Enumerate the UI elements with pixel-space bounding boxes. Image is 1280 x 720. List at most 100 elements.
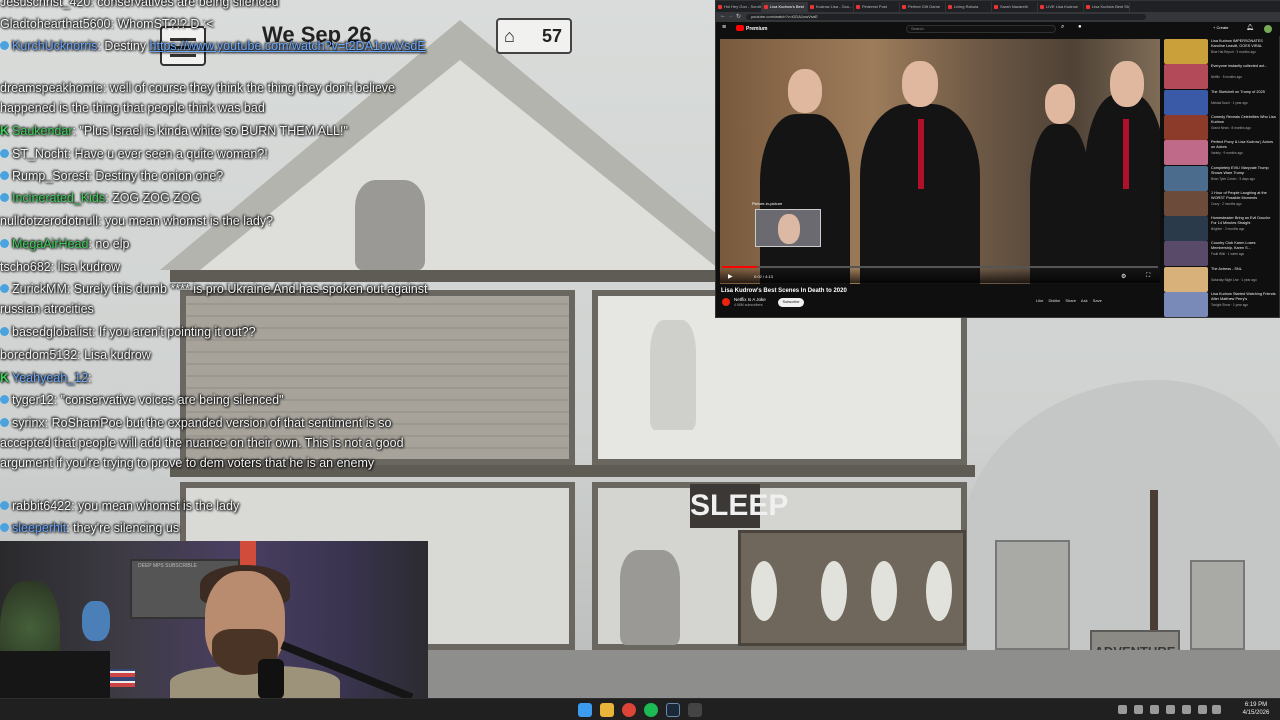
subscribe-button[interactable]: Subscribe — [778, 298, 804, 307]
chat-username[interactable]: syrinx — [12, 416, 45, 430]
play-icon[interactable]: ▶ — [728, 273, 733, 280]
bell-icon[interactable]: 🔔︎ — [1246, 24, 1254, 31]
chat-username[interactable]: rabbit6422 — [12, 499, 71, 513]
video-thumbnail[interactable] — [1164, 140, 1208, 166]
progress-bar[interactable] — [722, 266, 1158, 268]
recommended-video[interactable]: Completely EVIL! Maryvale Trump Shows Wa… — [1164, 165, 1279, 192]
browser-tab[interactable]: Kudrow Lisa - Goo... — [808, 2, 854, 12]
video-thumbnail[interactable] — [1164, 39, 1208, 64]
recommended-video[interactable]: Homesteader Bring an Evil Douche For 14 … — [1164, 216, 1279, 242]
browser-tab[interactable]: Pinterest Post — [854, 2, 900, 12]
chat-username[interactable]: sleeperhit — [12, 521, 66, 535]
youtube-logo[interactable]: Premium — [736, 25, 767, 32]
file-explorer-icon[interactable] — [600, 703, 614, 717]
recommended-video[interactable]: Lisa Kudrow IMPERSONATES Karoline Leavit… — [1164, 39, 1279, 65]
recommended-video[interactable]: Perfect Proxy & Lisa Kudrow | Actors on … — [1164, 140, 1279, 166]
url-input[interactable]: youtube.com/watch?v=t2DA1owVsdE — [746, 14, 1146, 20]
browser-tab[interactable]: Sarah Nazareth — [992, 2, 1038, 12]
avatar[interactable] — [1264, 25, 1272, 33]
recommended-title[interactable]: The Actress - SNL — [1211, 267, 1277, 272]
video-thumbnail[interactable] — [1164, 216, 1208, 242]
chat-username[interactable]: tscho682 — [0, 260, 51, 274]
forward-icon[interactable]: → — [728, 13, 734, 19]
chat-username[interactable]: Jesuschrist_420 — [0, 0, 90, 9]
back-icon[interactable]: ← — [720, 13, 726, 19]
chat-username[interactable]: tyger12 — [12, 393, 54, 407]
chat-username[interactable]: basedglobalist — [12, 325, 92, 339]
search-icon[interactable]: ⌕ — [1061, 24, 1064, 31]
recommended-title[interactable]: Lisa Kudrow IMPERSONATES Karoline Leavit… — [1211, 39, 1277, 49]
browser-tab[interactable]: Hoi Hey Gon - Scrolls — [716, 2, 762, 12]
tray-icon[interactable] — [1118, 705, 1127, 714]
system-clock[interactable]: 6:19 PM 4/15/2026 — [1236, 701, 1276, 717]
recommended-title[interactable]: 1 Hour of People Laughing at the WORST P… — [1211, 191, 1277, 201]
tray-icon[interactable] — [1150, 705, 1159, 714]
tray-icon[interactable] — [1134, 705, 1143, 714]
hamburger-icon[interactable]: ≡ — [722, 24, 726, 31]
start-icon[interactable] — [578, 703, 592, 717]
video-thumbnail[interactable] — [1164, 190, 1208, 216]
chat-username[interactable]: Yeahyeah_12 — [12, 371, 88, 385]
recommended-title[interactable]: Homesteader Bring an Evil Douche For 14 … — [1211, 216, 1277, 226]
browser-tab[interactable]: LIVE Lisa Kudrow — [1038, 2, 1084, 12]
reload-icon[interactable]: ↻ — [736, 13, 741, 20]
recommended-title[interactable]: Country Club Karen Loses Membership, Kar… — [1211, 241, 1277, 251]
tray-icon[interactable] — [1166, 705, 1175, 714]
chat-username[interactable]: ST_Nocht — [12, 147, 68, 161]
chat-username[interactable]: KurchUcknorris — [12, 39, 97, 53]
video-thumbnail[interactable] — [1164, 165, 1208, 191]
chat-username[interactable]: nulldotzerodotnull — [0, 214, 98, 228]
search-input[interactable]: Search — [906, 25, 1056, 33]
chat-username[interactable]: boredom5132 — [0, 348, 77, 362]
browser-window[interactable]: Hoi Hey Gon - Scrolls Lisa Kudrow's Best K… — [715, 0, 1280, 318]
recommended-title[interactable]: Everyone instantly collected act... — [1211, 64, 1277, 69]
video-thumbnail[interactable] — [1164, 241, 1208, 267]
settings-icon[interactable]: ⚙ — [1121, 273, 1126, 280]
recommended-video[interactable]: Lisa Kudrow Started Watching Friends Aft… — [1164, 292, 1279, 318]
tray-icon[interactable] — [1182, 705, 1191, 714]
browser-tab[interactable]: Perfect Gift Game — [900, 2, 946, 12]
recommended-video[interactable]: The Sketchell on Trump of 2025 MeidasTouc… — [1164, 89, 1279, 116]
volume-icon[interactable] — [1212, 705, 1221, 714]
recommended-video[interactable]: The Actress - SNL Saturday Night Live · 1… — [1164, 266, 1279, 293]
video-thumbnail[interactable] — [1164, 114, 1208, 140]
chat-username[interactable]: Incinerated_Kids — [12, 191, 105, 205]
chat-username[interactable]: Gladtohearthat5600 — [0, 17, 111, 31]
recommended-video[interactable]: Everyone instantly collected act... Netfl… — [1164, 64, 1279, 90]
recommended-title[interactable]: The Sketchell on Trump of 2025 — [1211, 90, 1277, 95]
chat-username[interactable]: ZurickMM — [12, 282, 67, 296]
chrome-icon[interactable] — [622, 703, 636, 717]
recommended-title[interactable]: Completely EVIL! Maryvale Trump Shows Wa… — [1211, 166, 1277, 176]
fullscreen-icon[interactable]: ⛶ — [1146, 273, 1150, 280]
spotify-icon[interactable] — [644, 703, 658, 717]
chat-username[interactable]: Saukendar — [12, 124, 72, 138]
wifi-icon[interactable] — [1198, 705, 1207, 714]
recommended-title[interactable]: Lisa Kudrow Started Watching Friends Aft… — [1211, 292, 1277, 302]
video-thumbnail[interactable] — [1164, 292, 1208, 317]
recommended-title[interactable]: Perfect Proxy & Lisa Kudrow | Actors on … — [1211, 140, 1277, 150]
pip-overlay[interactable] — [755, 209, 821, 247]
recommended-title[interactable]: Comedy Reveals Celebrities Who Lisa Kudr… — [1211, 115, 1277, 125]
chat-username[interactable]: dreamspeakhomie — [0, 81, 103, 95]
video-actions[interactable]: Like Dislike Share Ask Save — [1036, 298, 1102, 303]
browser-tab[interactable]: Lisa Kudrow's Best — [762, 2, 808, 12]
chat-message: basedglobalist: If you aren't pointing i… — [0, 322, 430, 342]
browser-tab[interactable]: Lisa Kudrow Best Sh... — [1084, 2, 1130, 12]
channel-name[interactable]: Netflix Is A Joke — [734, 297, 766, 302]
recommended-video[interactable]: 1 Hour of People Laughing at the WORST P… — [1164, 190, 1279, 217]
video-thumbnail[interactable] — [1164, 266, 1208, 292]
recommended-video[interactable]: Country Club Karen Loses Membership, Kar… — [1164, 241, 1279, 267]
steam-icon[interactable] — [666, 703, 680, 717]
video-player[interactable] — [720, 39, 1160, 284]
create-button[interactable]: + Create — [1213, 25, 1228, 30]
recommended-video[interactable]: Comedy Reveals Celebrities Who Lisa Kudr… — [1164, 114, 1279, 141]
video-thumbnail[interactable] — [1164, 89, 1208, 115]
paw-app-icon[interactable] — [688, 703, 702, 717]
chat-link[interactable]: https://www.youtube.com/watch?v=t2DA1owV… — [150, 39, 426, 53]
video-thumbnail[interactable] — [1164, 64, 1208, 90]
chat-username[interactable]: Rump_Sorest — [12, 169, 88, 183]
channel-avatar[interactable] — [722, 298, 730, 306]
browser-tab[interactable]: Living Rahula — [946, 2, 992, 12]
chat-username[interactable]: MegaAirHead — [12, 237, 88, 251]
mic-icon[interactable]: ● — [1078, 24, 1082, 30]
